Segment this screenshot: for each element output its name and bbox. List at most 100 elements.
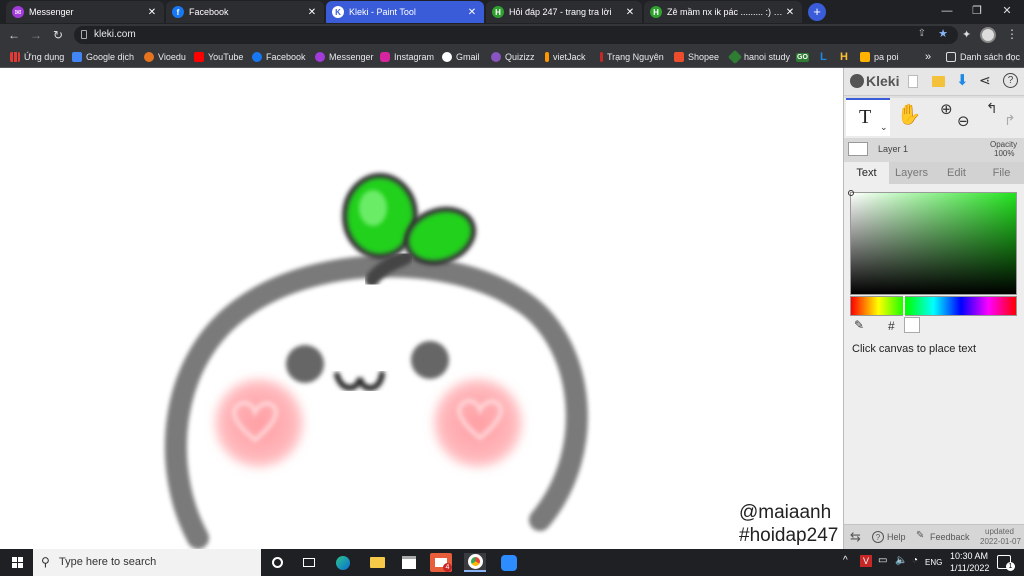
drawing-canvas[interactable]: @maiaanh #hoidap247	[0, 68, 843, 549]
close-icon[interactable]: ✕	[306, 7, 318, 18]
color-picker-sv[interactable]	[848, 190, 1017, 295]
share-icon[interactable]: ⇪	[918, 28, 926, 39]
hue-slider[interactable]	[850, 296, 1017, 316]
instruction-text: Click canvas to place text	[852, 343, 977, 355]
close-window-button[interactable]: ✕	[992, 0, 1022, 22]
taskbar-search[interactable]: ⚲ Type here to search	[33, 549, 261, 576]
language-indicator[interactable]: ENG	[925, 558, 942, 567]
download-icon[interactable]: ⬇	[956, 71, 969, 89]
minimize-button[interactable]: —	[932, 0, 962, 22]
search-placeholder: Type here to search	[59, 556, 157, 568]
volume-icon[interactable]: 🔈	[895, 555, 907, 566]
tab-hoidap247[interactable]: H Hỏi đáp 247 - trang tra lời ✕	[486, 1, 642, 23]
color-swatch[interactable]	[904, 317, 920, 333]
tab-edit[interactable]: Edit	[934, 162, 979, 184]
bookmark-trang-nguyen[interactable]: Trạng Nguyên	[600, 50, 664, 64]
tab-file[interactable]: File	[979, 162, 1024, 184]
layer-preview-row[interactable]: Layer 1 Opacity 100%	[844, 138, 1024, 162]
zoom-app-button[interactable]	[498, 553, 520, 572]
open-folder-icon[interactable]	[932, 76, 945, 87]
wifi-icon[interactable]: ◔	[912, 555, 918, 566]
star-icon[interactable]: ★	[938, 27, 948, 40]
bookmarks-overflow[interactable]: »	[925, 50, 931, 64]
reading-list[interactable]: Danh sách đọc	[946, 50, 1020, 64]
feedback-link[interactable]: Feedback	[930, 532, 970, 542]
bookmark-h[interactable]: H	[840, 50, 848, 64]
maximize-button[interactable]: ❐	[962, 0, 992, 22]
bookmark-vioedu[interactable]: Vioedu	[144, 50, 186, 64]
close-icon[interactable]: ✕	[466, 7, 478, 18]
bookmark-l[interactable]: L	[820, 50, 827, 64]
clock-time[interactable]: 10:30 AM	[950, 551, 988, 561]
help-link[interactable]: Help	[887, 532, 906, 542]
bookmark-facebook[interactable]: Facebook	[252, 50, 306, 64]
redo-button[interactable]: ↱	[1004, 112, 1016, 129]
bookmark-apps[interactable]: Ứng dụng	[10, 50, 64, 64]
bookmark-go[interactable]: GO	[796, 50, 809, 64]
file-explorer-button[interactable]	[366, 553, 388, 572]
opacity-label: Opacity	[990, 140, 1018, 149]
close-icon[interactable]: ✕	[784, 7, 796, 18]
zoom-in-button[interactable]: ⊕	[940, 100, 953, 118]
bookmark-messenger[interactable]: Messenger	[315, 50, 374, 64]
cortana-button[interactable]	[266, 553, 288, 572]
hue-handle[interactable]	[903, 296, 905, 316]
kleki-logo-icon	[850, 74, 864, 88]
back-button[interactable]: ←	[6, 27, 22, 43]
tab-layers[interactable]: Layers	[889, 162, 934, 184]
tab-text[interactable]: Text	[844, 162, 889, 184]
profile-avatar[interactable]	[980, 27, 996, 43]
bookmark-hanoi-study[interactable]: hanoi study	[727, 49, 790, 65]
text-tool-button[interactable]: T ⌄	[846, 98, 890, 136]
tab-messenger[interactable]: ✉ Messenger ✕	[6, 1, 164, 23]
reload-button[interactable]: ↻	[50, 27, 66, 43]
bookmark-youtube[interactable]: YouTube	[194, 50, 243, 64]
clock-date[interactable]: 1/11/2022	[950, 563, 989, 573]
bookmark-gmail[interactable]: Gmail	[442, 50, 480, 64]
opacity-value: 100%	[994, 149, 1015, 158]
watermark-hashtag: #hoidap247	[739, 525, 839, 546]
undo-button[interactable]: ↰	[986, 100, 998, 117]
forward-button[interactable]: →	[28, 27, 44, 43]
tab-kleki[interactable]: K Kleki - Paint Tool ✕	[326, 1, 484, 23]
quizizz-icon	[491, 52, 501, 62]
eyedropper-icon[interactable]: ✎	[854, 318, 864, 332]
swap-sides-icon[interactable]: ⇆	[850, 529, 861, 545]
layer-thumbnail	[848, 142, 868, 156]
menu-icon[interactable]: ⋮	[1006, 27, 1018, 41]
zoom-camera-icon	[501, 554, 517, 571]
chevron-up-icon[interactable]: ^	[843, 555, 848, 566]
bookmark-pa-poi[interactable]: pa poi	[860, 50, 899, 64]
tab-hoidap-question[interactable]: H Zê mầm nx ik pác ......... :) câu hỏi …	[644, 1, 802, 23]
start-button[interactable]	[6, 553, 28, 572]
tab-facebook[interactable]: f Facebook ✕	[166, 1, 324, 23]
extensions-icon[interactable]: ✦	[962, 28, 971, 41]
kleki-sidebar: Kleki ⬇ ⋖ ? T ⌄ ✋ ⊕ ⊖ ↰ ↱ Layer 1 Opacit…	[843, 68, 1024, 549]
hex-input-button[interactable]: #	[888, 319, 895, 333]
address-bar[interactable]: kleki.com ⇪ ★	[74, 26, 958, 44]
hand-tool-button[interactable]: ✋	[894, 102, 924, 132]
bookmark-google-translate[interactable]: Google dịch	[72, 50, 134, 64]
shopee-icon	[674, 52, 684, 62]
url-text[interactable]: kleki.com	[94, 29, 136, 40]
store-button[interactable]	[398, 553, 420, 572]
antivirus-icon[interactable]: V	[860, 555, 872, 567]
share-icon[interactable]: ⋖	[979, 72, 991, 89]
zoom-out-button[interactable]: ⊖	[957, 112, 970, 130]
chrome-button[interactable]	[464, 553, 486, 572]
task-view-button[interactable]	[298, 553, 320, 572]
bookmark-shopee[interactable]: Shopee	[674, 50, 719, 64]
bookmark-instagram[interactable]: Instagram	[380, 50, 434, 64]
network-icon[interactable]: ▭	[878, 555, 887, 566]
close-icon[interactable]: ✕	[146, 7, 158, 18]
watermark-username: @maiaanh	[739, 502, 832, 523]
close-icon[interactable]: ✕	[624, 7, 636, 18]
bookmark-vietjack[interactable]: vietJack	[545, 50, 586, 64]
edge-icon	[336, 555, 350, 570]
new-image-icon[interactable]	[908, 75, 918, 88]
bookmark-quizizz[interactable]: Quizizz	[491, 50, 535, 64]
help-icon[interactable]: ?	[1003, 73, 1018, 88]
new-tab-button[interactable]: +	[808, 3, 826, 21]
app-badge-button[interactable]: 4	[430, 553, 452, 572]
edge-button[interactable]	[332, 553, 354, 572]
